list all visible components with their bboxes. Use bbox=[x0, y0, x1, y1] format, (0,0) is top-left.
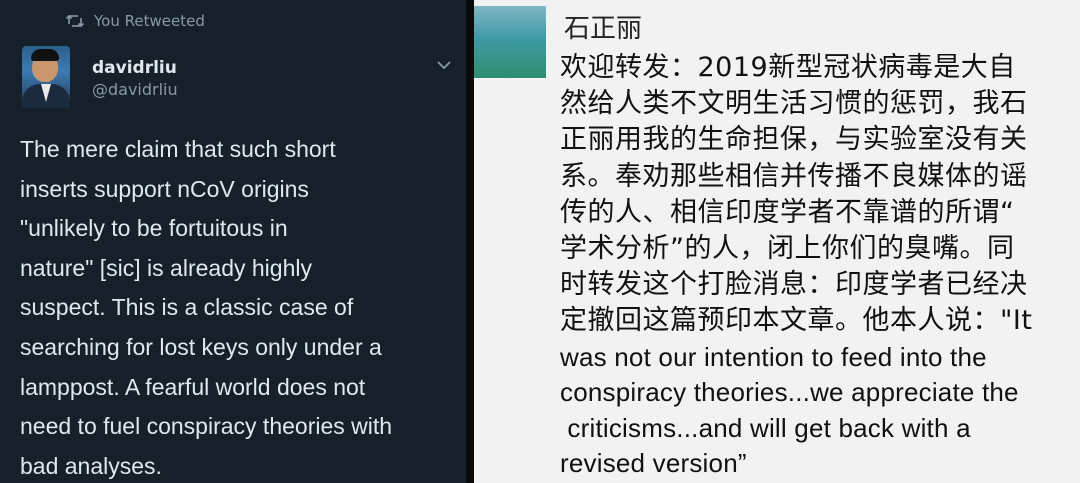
user-handle[interactable]: @davidrliu bbox=[92, 80, 178, 99]
retweet-label: You Retweeted bbox=[94, 12, 205, 30]
post-line: 然给人类不文明生活习惯的惩罚，我石 bbox=[560, 88, 1028, 120]
post-line: revised version” bbox=[560, 448, 747, 479]
chevron-down-icon[interactable] bbox=[436, 60, 452, 70]
tweet-body: The mere claim that such short inserts s… bbox=[20, 130, 460, 483]
post-line: 欢迎转发：2019新型冠状病毒是大自 bbox=[560, 52, 1016, 83]
post-line: 系。奉劝那些相信并传播不良媒体的谣 bbox=[560, 160, 1028, 192]
retweet-indicator: You Retweeted bbox=[66, 12, 205, 30]
post-line: 学术分析”的人，闭上你们的臭嘴。同 bbox=[560, 233, 1015, 265]
tweet-line: searching for lost keys only under a bbox=[20, 333, 382, 360]
tweet-line: nature" [sic] is already highly bbox=[20, 254, 312, 281]
tweet-line: The mere claim that such short bbox=[20, 136, 336, 162]
tweet-line: inserts support nCoV origins bbox=[20, 175, 309, 202]
user-name[interactable]: 石正丽 bbox=[564, 8, 642, 45]
tweet-line: suspect. This is a classic case of bbox=[20, 294, 354, 321]
avatar[interactable] bbox=[474, 6, 546, 78]
post-line: 定撤回这篇预印本文章。他本人说："It bbox=[560, 305, 1033, 337]
tweet-line: lamppost. A fearful world does not bbox=[20, 373, 366, 400]
post-line: 传的人、相信印度学者不靠谱的所谓“ bbox=[560, 196, 1015, 228]
tweet-line: need to fuel conspiracy theories with bbox=[20, 413, 393, 440]
post-line: 正丽用我的生命担保，与实验室没有关 bbox=[560, 124, 1028, 156]
avatar[interactable] bbox=[22, 46, 70, 108]
weibo-panel: 石正丽 欢迎转发：2019新型冠状病毒是大自 然给人类不文明生活习惯的惩罚，我石… bbox=[474, 0, 1080, 483]
post-line: was not our intention to feed into the bbox=[560, 341, 987, 372]
retweet-icon bbox=[66, 14, 84, 28]
post-line: criticisms...and will get back with a bbox=[560, 412, 971, 443]
post-body: 欢迎转发：2019新型冠状病毒是大自 然给人类不文明生活习惯的惩罚，我石 正丽用… bbox=[560, 50, 1080, 482]
panel-divider bbox=[466, 0, 474, 483]
tweet-line: bad analyses. bbox=[20, 452, 162, 479]
tweet-panel: You Retweeted davidrliu @davidrliu The m… bbox=[0, 0, 466, 483]
user-name[interactable]: davidrliu bbox=[92, 58, 177, 78]
post-line: conspiracy theories...we appreciate the bbox=[560, 377, 1019, 408]
post-line: 时转发这个打脸消息：印度学者已经决 bbox=[560, 269, 1028, 301]
tweet-line: "unlikely to be fortuitous in bbox=[20, 215, 288, 242]
